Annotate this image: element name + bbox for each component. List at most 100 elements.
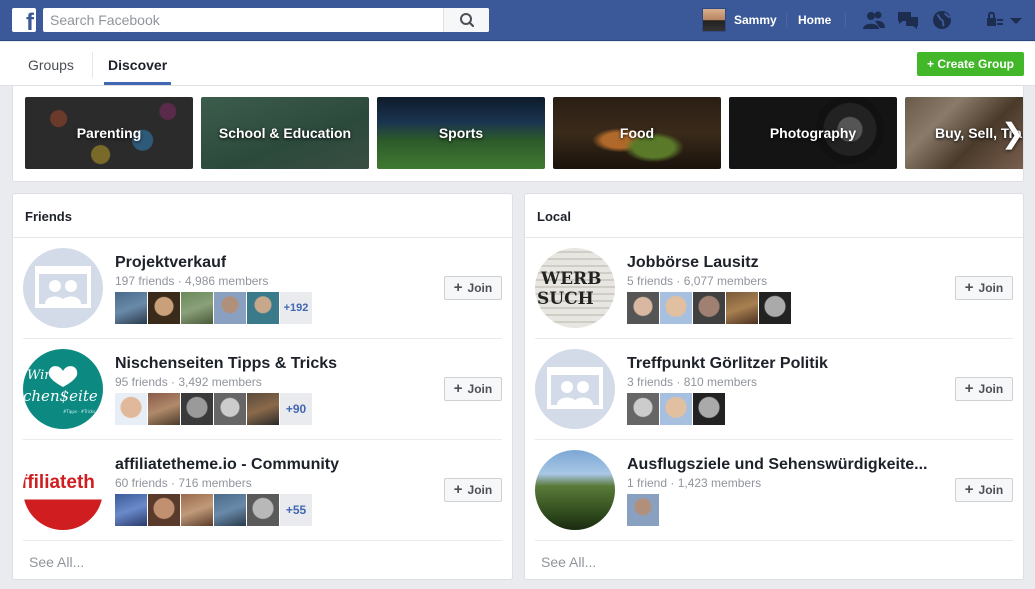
group-placeholder-icon: [35, 266, 91, 308]
member-faces: [627, 393, 726, 425]
member-avatar[interactable]: [627, 393, 659, 425]
group-name[interactable]: Nischenseiten Tipps & Tricks: [115, 355, 337, 373]
member-avatar[interactable]: [214, 292, 246, 324]
member-avatar[interactable]: [214, 393, 246, 425]
panel-title: Local: [537, 209, 571, 224]
member-avatar[interactable]: [693, 292, 725, 324]
svg-text:SUCH: SUCH: [537, 289, 594, 309]
profile-name: Sammy: [734, 13, 777, 27]
member-avatar[interactable]: [627, 494, 659, 526]
tab-discover[interactable]: Discover: [108, 57, 167, 73]
create-group-button[interactable]: + Create Group: [917, 52, 1024, 76]
group-name[interactable]: affiliatetheme.io - Community: [115, 456, 339, 474]
member-avatar[interactable]: [693, 393, 725, 425]
search-input[interactable]: [43, 8, 443, 32]
member-avatar[interactable]: [115, 393, 147, 425]
member-avatar[interactable]: [627, 292, 659, 324]
category-carousel: Parenting School & Education Sports Food…: [12, 86, 1024, 182]
divider: [535, 540, 1013, 541]
member-avatar[interactable]: [660, 292, 692, 324]
see-all-link[interactable]: See All...: [29, 554, 84, 570]
group-meta: 95 friends · 3,492 members: [115, 375, 262, 389]
join-button[interactable]: + Join: [444, 276, 502, 300]
member-avatar[interactable]: [660, 393, 692, 425]
group-placeholder-image[interactable]: [535, 349, 615, 429]
join-button[interactable]: + Join: [955, 276, 1013, 300]
category-sports[interactable]: Sports: [377, 97, 545, 169]
member-avatar[interactable]: [247, 292, 279, 324]
svg-text:WERB: WERB: [540, 269, 602, 289]
divider: [23, 540, 502, 541]
more-members-count[interactable]: +192: [280, 292, 312, 324]
join-label: Join: [978, 382, 1004, 396]
member-faces: +90: [115, 393, 312, 425]
search-box: [43, 8, 489, 32]
friends-groups-panel: Friends Projektverkauf 197 friends · 4,9…: [12, 193, 513, 580]
category-parenting[interactable]: Parenting: [25, 97, 193, 169]
member-avatar[interactable]: [148, 292, 180, 324]
member-avatar[interactable]: [247, 393, 279, 425]
profile-link[interactable]: Sammy: [702, 8, 777, 32]
category-school-education[interactable]: School & Education: [201, 97, 369, 169]
group-meta: 197 friends · 4,986 members: [115, 274, 269, 288]
notifications-globe-icon[interactable]: [930, 9, 954, 31]
group-image[interactable]: WERB SUCH: [535, 248, 615, 328]
member-avatar[interactable]: [115, 292, 147, 324]
group-name[interactable]: Projektverkauf: [115, 254, 226, 272]
group-name[interactable]: Treffpunkt Görlitzer Politik: [627, 355, 828, 373]
plus-icon: +: [453, 279, 463, 296]
svg-text:chen$eite: chen$eite: [23, 387, 98, 405]
more-members-count[interactable]: +90: [280, 393, 312, 425]
friend-requests-icon[interactable]: [862, 9, 886, 31]
member-avatar[interactable]: [148, 494, 180, 526]
group-image[interactable]: Wir chen$eite #Tipps · #Tricks: [23, 349, 103, 429]
member-avatar[interactable]: [181, 393, 213, 425]
category-label: School & Education: [218, 125, 352, 141]
group-row: Projektverkauf 197 friends · 4,986 membe…: [13, 238, 512, 339]
join-button[interactable]: + Join: [444, 478, 502, 502]
chevron-right-icon[interactable]: ❯: [1001, 120, 1023, 148]
newspaper-image: WERB SUCH: [537, 269, 602, 309]
category-label: Sports: [438, 125, 484, 141]
category-food[interactable]: Food: [553, 97, 721, 169]
member-avatar[interactable]: [214, 494, 246, 526]
tab-divider: [92, 52, 93, 78]
group-row: WERB SUCH Jobbörse Lausitz 5 friends · 6…: [525, 238, 1023, 339]
group-image[interactable]: ffiliateth: [23, 450, 103, 530]
see-all-link[interactable]: See All...: [541, 554, 596, 570]
member-avatar[interactable]: [726, 292, 758, 324]
more-members-count[interactable]: +55: [280, 494, 312, 526]
member-avatar[interactable]: [759, 292, 791, 324]
member-avatar[interactable]: [181, 494, 213, 526]
member-avatar[interactable]: [115, 494, 147, 526]
member-avatar[interactable]: [247, 494, 279, 526]
account-menu-arrow-icon[interactable]: [1008, 9, 1024, 31]
category-label: Parenting: [76, 125, 142, 141]
join-button[interactable]: + Join: [444, 377, 502, 401]
privacy-lock-icon[interactable]: [984, 9, 1008, 31]
group-name[interactable]: Jobbörse Lausitz: [627, 254, 759, 272]
plus-icon: +: [964, 380, 974, 397]
search-button[interactable]: [443, 8, 489, 32]
member-avatar[interactable]: [181, 292, 213, 324]
member-faces: [627, 292, 792, 324]
category-photography[interactable]: Photography: [729, 97, 897, 169]
group-name[interactable]: Ausflugsziele und Sehenswürdigkeite...: [627, 456, 928, 474]
group-meta: 60 friends · 716 members: [115, 476, 252, 490]
group-row: Ausflugsziele und Sehenswürdigkeite... 1…: [525, 440, 1023, 541]
join-button[interactable]: + Join: [955, 377, 1013, 401]
join-label: Join: [978, 483, 1004, 497]
messages-icon[interactable]: [896, 9, 920, 31]
top-bar: f Sammy Home: [0, 0, 1035, 41]
tab-groups[interactable]: Groups: [28, 57, 74, 73]
active-tab-indicator: [104, 82, 171, 85]
divider: [786, 13, 787, 27]
join-button[interactable]: + Join: [955, 478, 1013, 502]
home-link[interactable]: Home: [798, 13, 831, 27]
group-placeholder-image[interactable]: [23, 248, 103, 328]
group-meta: 1 friend · 1,423 members: [627, 476, 762, 490]
member-avatar[interactable]: [148, 393, 180, 425]
facebook-logo-icon[interactable]: f: [12, 8, 36, 32]
group-image[interactable]: [535, 450, 615, 530]
group-row: Wir chen$eite #Tipps · #Tricks Nischense…: [13, 339, 512, 440]
